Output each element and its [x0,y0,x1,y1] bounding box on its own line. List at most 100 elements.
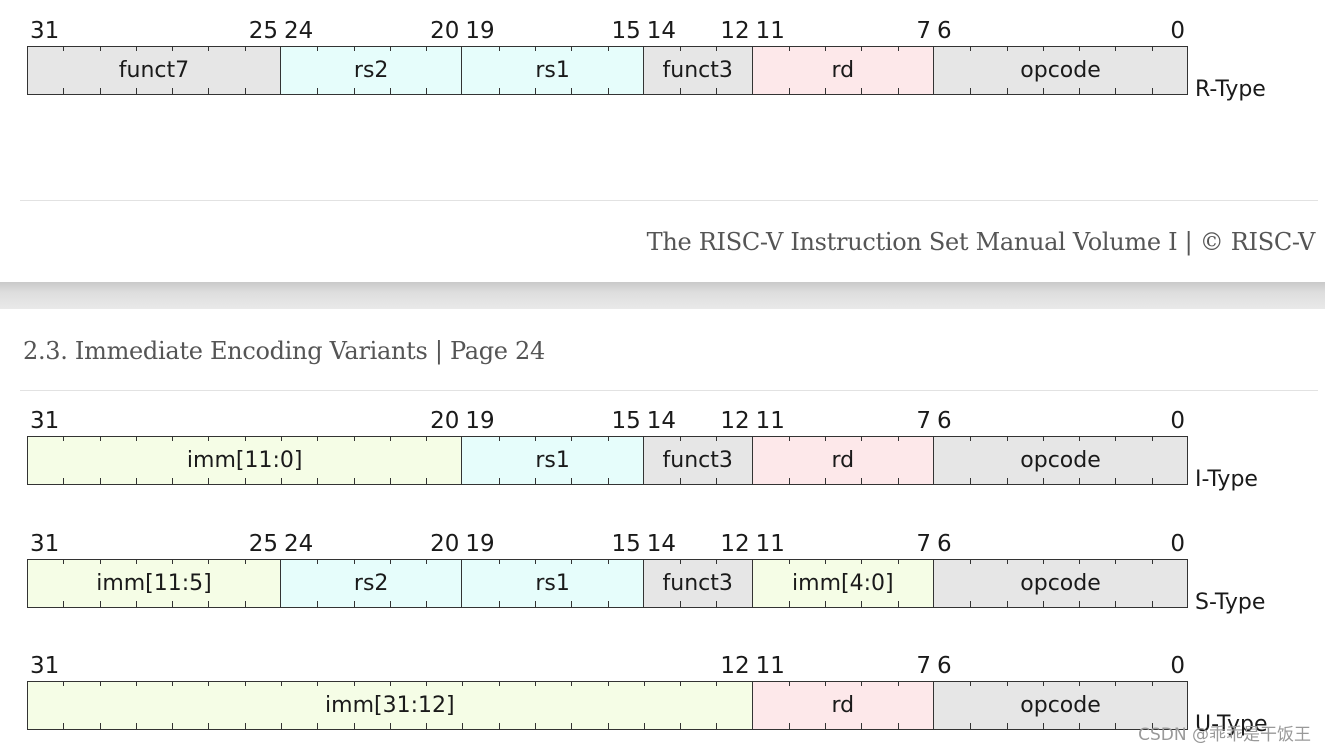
bit-tick [389,46,391,51]
bit-tick [680,436,682,441]
bit-tick [970,46,972,51]
bit-tick [1006,88,1008,95]
field-rs2: rs2 [280,559,463,608]
bit-tick [897,478,899,485]
bit-tick [63,723,65,730]
bit-tick [426,681,428,686]
bit-tick [534,559,536,564]
bit-number-hi: 14 [646,408,677,434]
bit-tick [1151,559,1153,564]
u-type-diagram: imm[31:12] rd opcode 31 12 11 7 6 0 U-Type [0,652,1325,742]
i-type-diagram: imm[11:0] rs1 funct3 rd opcode 31 20 19 15 14 12 11… [0,407,1325,497]
bit-tick [99,436,101,441]
bit-number-hi: 19 [465,531,495,557]
bit-tick [1042,681,1044,686]
bit-tick [317,478,319,485]
bit-tick [970,478,972,485]
instruction-bar: funct7 rs2 rs1 funct3 rd opcode [27,46,1188,95]
bit-tick [498,681,500,686]
s-type-diagram: imm[11:5] rs2 rs1 funct3 imm[4:0] opcode 31 25 2… [0,530,1325,620]
field-opcode: opcode [934,46,1188,95]
field-rs1: rs1 [462,559,644,608]
bit-tick [99,478,101,485]
bit-tick [426,559,428,564]
bit-tick [788,478,790,485]
bit-tick [1006,681,1008,686]
bit-number-lo: 15 [611,408,641,434]
bit-number-hi: 31 [30,531,60,557]
bit-tick [353,436,355,441]
bit-tick [99,723,101,730]
field-rs2: rs2 [280,46,463,95]
field-funct3: funct3 [643,559,753,608]
bit-tick [99,88,101,95]
bit-tick [498,559,500,564]
bit-tick [897,46,899,51]
bit-number-hi: 11 [755,408,785,434]
bit-tick [534,478,536,485]
bit-tick [897,436,899,441]
bit-tick [1151,601,1153,608]
bit-tick [244,46,246,51]
bit-tick [716,723,718,730]
bit-tick [426,478,428,485]
bit-tick [1006,436,1008,441]
bit-tick [1079,46,1081,51]
bit-number-lo: 0 [1170,531,1185,557]
bit-tick [1151,681,1153,686]
bit-tick [462,681,464,686]
bit-tick [1115,601,1117,608]
bit-number-hi: 19 [465,18,495,44]
bit-number-lo: 20 [430,18,460,44]
bit-number-lo: 0 [1170,653,1185,679]
bit-tick [208,559,210,564]
bit-tick [716,681,718,686]
bit-number-hi: 6 [937,653,952,679]
bit-number-hi: 24 [283,531,314,557]
bit-tick [825,681,827,686]
bit-tick [680,601,682,608]
bit-tick [353,601,355,608]
bit-tick [897,723,899,730]
bit-tick [63,601,65,608]
bit-number-lo: 0 [1170,18,1185,44]
bit-tick [244,681,246,686]
bit-tick [970,436,972,441]
bit-tick [1151,436,1153,441]
bit-tick [317,601,319,608]
bit-tick [63,46,65,51]
bit-tick [244,601,246,608]
bit-number-lo: 7 [916,653,932,679]
bit-tick [534,436,536,441]
bit-tick [317,559,319,564]
field-funct3: funct3 [643,436,753,485]
bit-tick [317,723,319,730]
page-header: 2.3. Immediate Encoding Variants | Page … [23,337,545,365]
bit-tick [1151,46,1153,51]
bit-tick [1042,88,1044,95]
bit-number-lo: 15 [611,531,641,557]
bit-tick [172,559,174,564]
instruction-bar: imm[31:12] rd opcode [27,681,1188,730]
bit-tick [244,559,246,564]
bit-tick [353,478,355,485]
field-funct7: funct7 [27,46,281,95]
bit-tick [135,436,137,441]
bit-tick [825,559,827,564]
bit-tick [970,601,972,608]
bit-tick [498,723,500,730]
instruction-bar: imm[11:0] rs1 funct3 rd opcode [27,436,1188,485]
bit-tick [353,88,355,95]
bit-tick [498,88,500,95]
bit-tick [99,46,101,51]
bit-tick [571,46,573,51]
bit-tick [716,88,718,95]
bit-tick [317,436,319,441]
footer-divider [20,200,1318,201]
bit-tick [825,46,827,51]
bit-tick [244,88,246,95]
bit-tick [99,601,101,608]
bit-tick [498,46,500,51]
bit-tick [534,46,536,51]
bit-tick [716,478,718,485]
